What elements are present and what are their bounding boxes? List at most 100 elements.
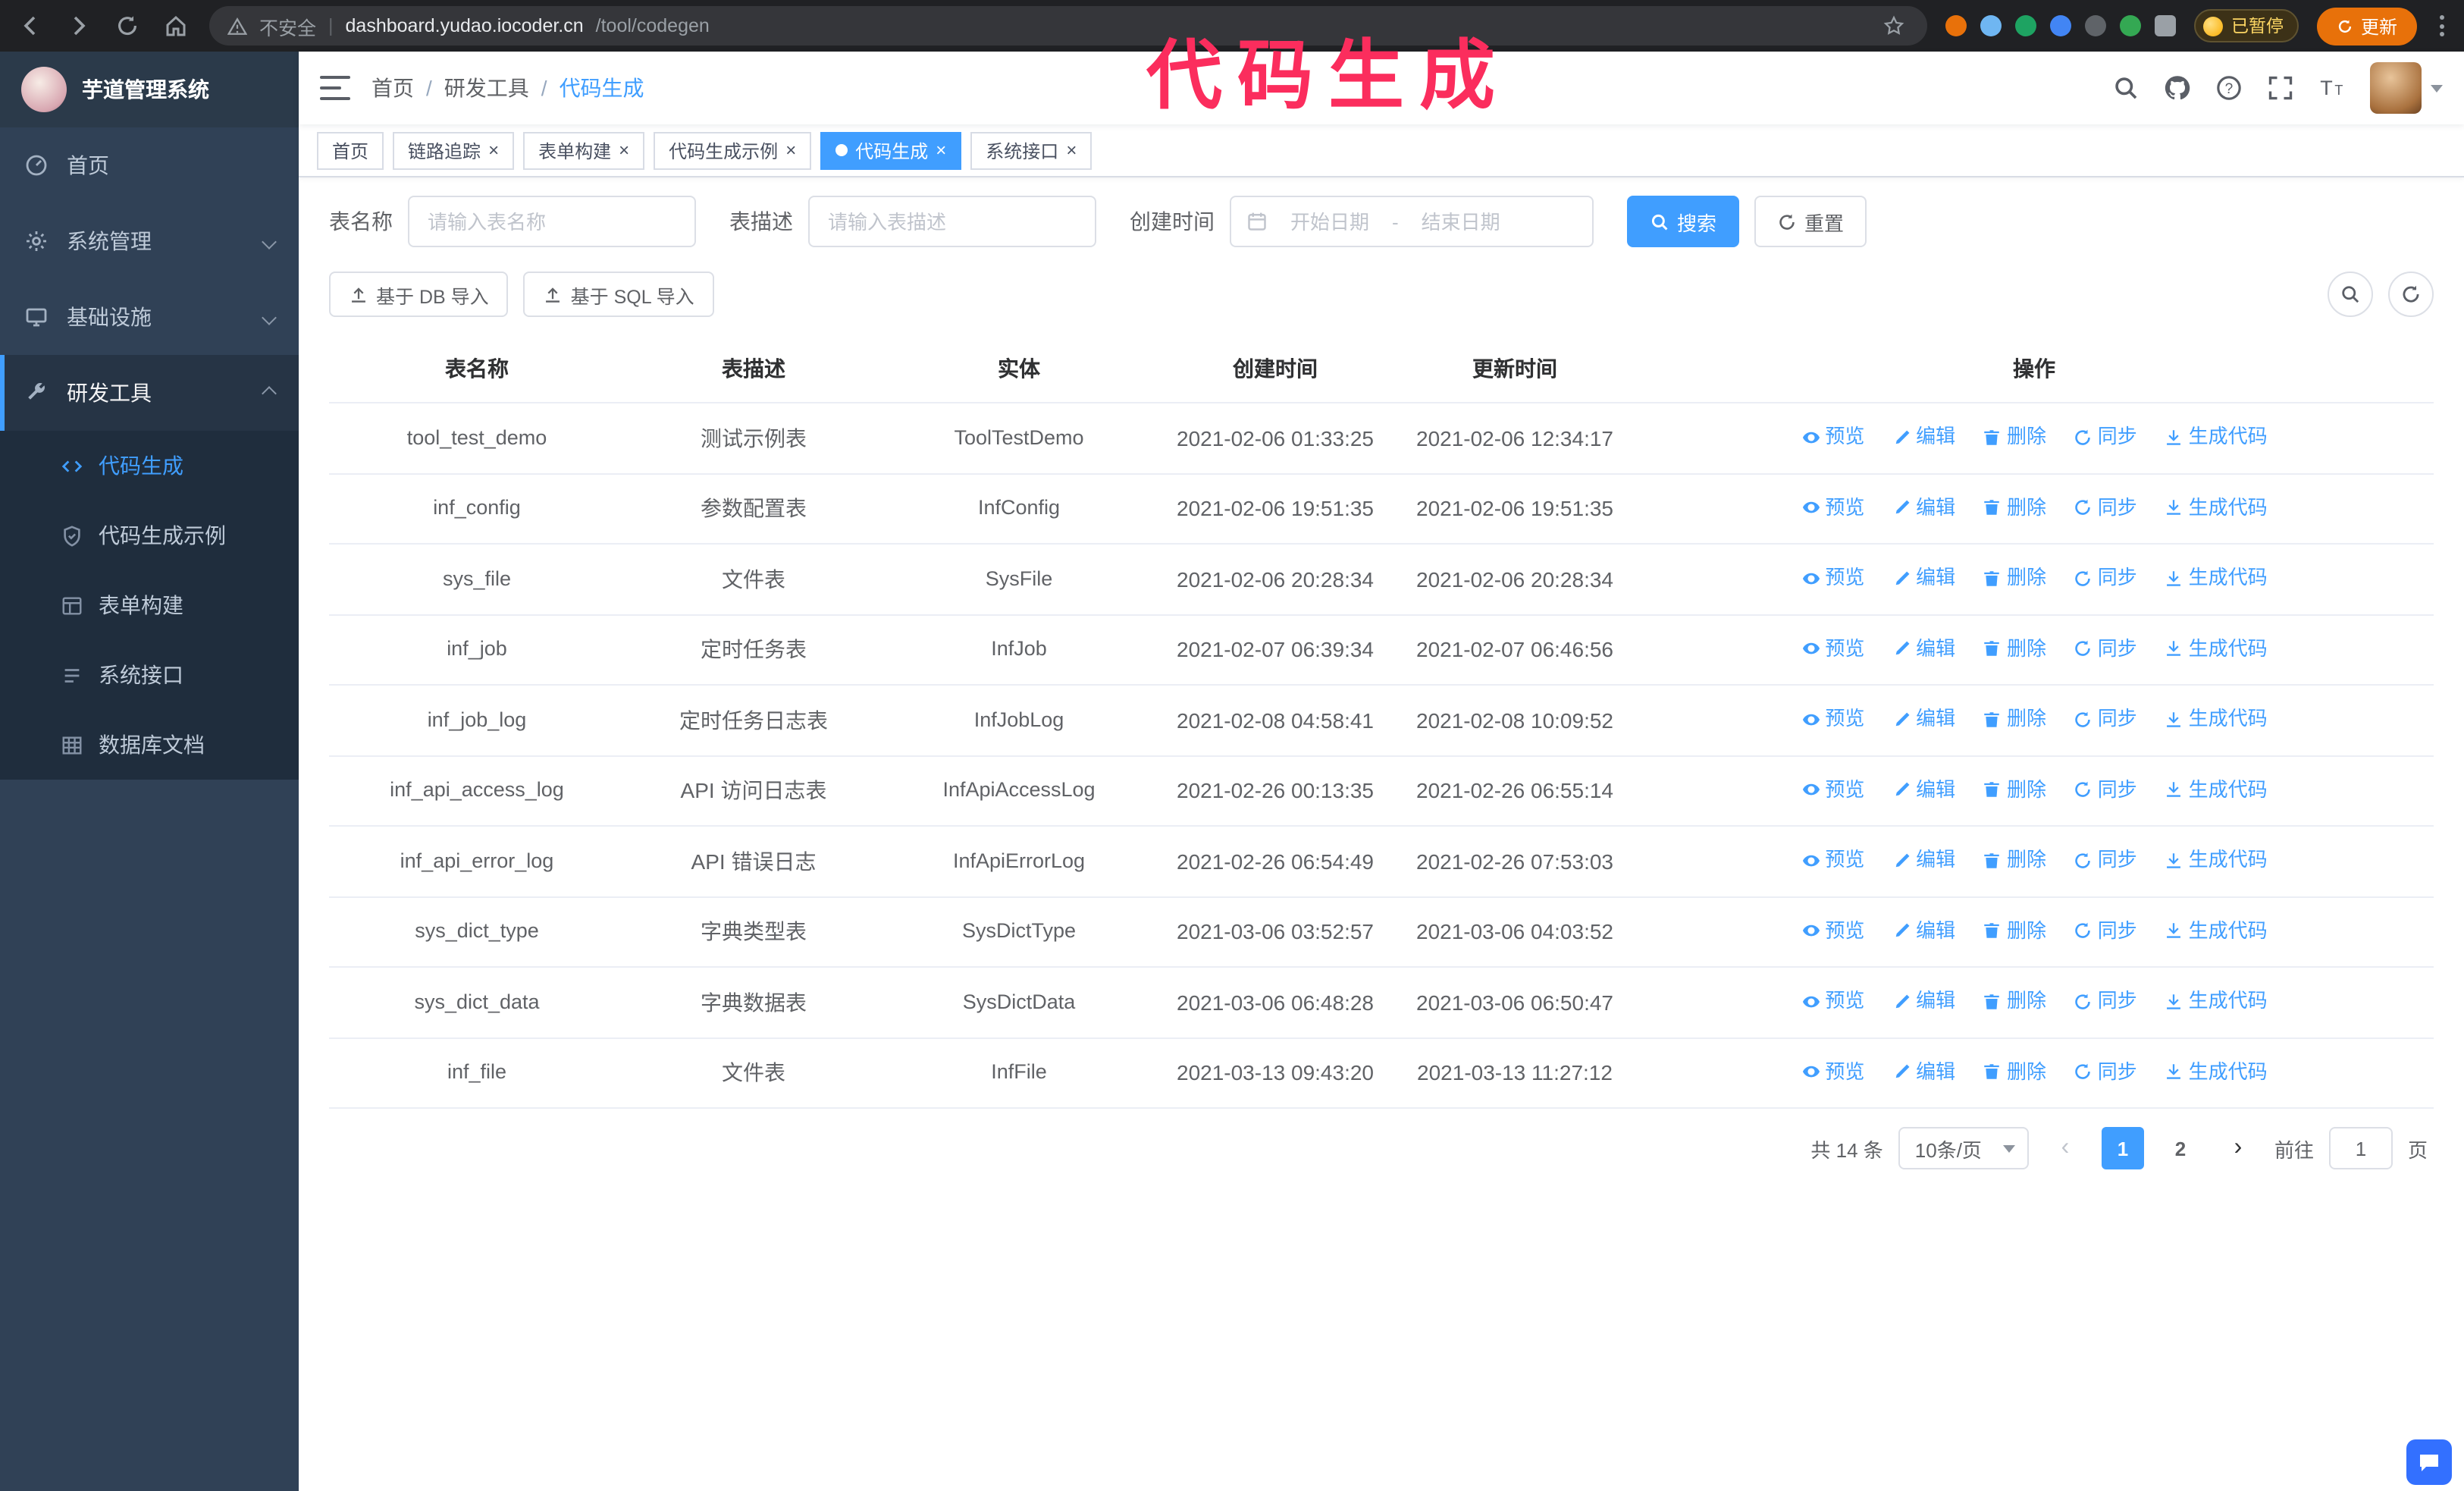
import-sql-button[interactable]: 基于 SQL 导入: [523, 272, 714, 317]
reset-button[interactable]: 重置: [1754, 196, 1867, 247]
generate-code-link[interactable]: 生成代码: [2165, 1056, 2268, 1087]
close-icon[interactable]: ×: [1066, 141, 1077, 159]
delete-link[interactable]: 删除: [1983, 704, 2046, 734]
generate-code-link[interactable]: 生成代码: [2165, 704, 2268, 734]
edit-link[interactable]: 编辑: [1892, 986, 1955, 1016]
browser-refresh-button[interactable]: [112, 11, 143, 41]
sync-link[interactable]: 同步: [2074, 845, 2137, 875]
sidebar-item-devtools[interactable]: 研发工具: [0, 355, 299, 431]
page-button-2[interactable]: 2: [2159, 1127, 2202, 1169]
refresh-table-button[interactable]: [2388, 272, 2434, 317]
sync-link[interactable]: 同步: [2074, 492, 2137, 523]
preview-link[interactable]: 预览: [1801, 633, 1864, 664]
toggle-search-button[interactable]: [2328, 272, 2373, 317]
app-logo[interactable]: 芋道管理系统: [0, 52, 299, 127]
preview-link[interactable]: 预览: [1801, 563, 1864, 593]
page-size-select[interactable]: 10条/页: [1898, 1127, 2029, 1169]
edit-link[interactable]: 编辑: [1892, 915, 1955, 946]
preview-link[interactable]: 预览: [1801, 1056, 1864, 1087]
browser-menu-button[interactable]: [2435, 11, 2449, 41]
tab-codegen[interactable]: 代码生成 ×: [820, 131, 962, 169]
start-date-input[interactable]: [1277, 210, 1383, 233]
delete-link[interactable]: 删除: [1983, 915, 2046, 946]
edit-link[interactable]: 编辑: [1892, 774, 1955, 805]
address-bar[interactable]: 不安全 | dashboard.yudao.iocoder.cn/tool/co…: [209, 6, 1928, 46]
sidebar-item-form-builder[interactable]: 表单构建: [0, 570, 299, 640]
date-range-picker[interactable]: -: [1230, 196, 1594, 247]
header-search-button[interactable]: [2112, 74, 2140, 102]
generate-code-link[interactable]: 生成代码: [2165, 422, 2268, 452]
delete-link[interactable]: 删除: [1983, 563, 2046, 593]
tab-codegen-example[interactable]: 代码生成示例 ×: [654, 131, 812, 169]
user-menu[interactable]: [2370, 62, 2443, 114]
import-db-button[interactable]: 基于 DB 导入: [329, 272, 509, 317]
prev-page-button[interactable]: ‹: [2044, 1127, 2086, 1169]
search-button[interactable]: 搜索: [1627, 196, 1740, 247]
sync-link[interactable]: 同步: [2074, 563, 2137, 593]
tab-home[interactable]: 首页: [317, 131, 384, 169]
help-button[interactable]: ?: [2215, 74, 2243, 102]
sidebar-item-codegen[interactable]: 代码生成: [0, 431, 299, 501]
page-button-1[interactable]: 1: [2101, 1127, 2144, 1169]
generate-code-link[interactable]: 生成代码: [2165, 633, 2268, 664]
edit-link[interactable]: 编辑: [1892, 492, 1955, 523]
breadcrumb-home[interactable]: 首页: [371, 73, 414, 103]
puzzle-icon[interactable]: [2155, 15, 2177, 36]
sidebar-item-system[interactable]: 系统管理: [0, 203, 299, 279]
sync-link[interactable]: 同步: [2074, 986, 2137, 1016]
preview-link[interactable]: 预览: [1801, 492, 1864, 523]
browser-update-button[interactable]: 更新: [2316, 7, 2417, 45]
preview-link[interactable]: 预览: [1801, 845, 1864, 875]
next-page-button[interactable]: ›: [2217, 1127, 2259, 1169]
sync-link[interactable]: 同步: [2074, 633, 2137, 664]
extension-icon-green-v[interactable]: [2015, 15, 2037, 36]
delete-link[interactable]: 删除: [1983, 1056, 2046, 1087]
close-icon[interactable]: ×: [488, 141, 499, 159]
extension-icon-orange[interactable]: [1945, 15, 1967, 36]
sidebar-item-home[interactable]: 首页: [0, 127, 299, 203]
edit-link[interactable]: 编辑: [1892, 704, 1955, 734]
browser-back-button[interactable]: [15, 11, 45, 41]
preview-link[interactable]: 预览: [1801, 774, 1864, 805]
edit-link[interactable]: 编辑: [1892, 1056, 1955, 1087]
preview-link[interactable]: 预览: [1801, 915, 1864, 946]
table-desc-input[interactable]: [808, 196, 1096, 247]
goto-page-input[interactable]: [2328, 1127, 2393, 1169]
generate-code-link[interactable]: 生成代码: [2165, 986, 2268, 1016]
browser-forward-button[interactable]: [64, 11, 94, 41]
end-date-input[interactable]: [1407, 210, 1514, 233]
sync-link[interactable]: 同步: [2074, 704, 2137, 734]
generate-code-link[interactable]: 生成代码: [2165, 915, 2268, 946]
generate-code-link[interactable]: 生成代码: [2165, 774, 2268, 805]
preview-link[interactable]: 预览: [1801, 986, 1864, 1016]
edit-link[interactable]: 编辑: [1892, 845, 1955, 875]
extension-icon-gray[interactable]: [2085, 15, 2107, 36]
delete-link[interactable]: 删除: [1983, 633, 2046, 664]
close-icon[interactable]: ×: [936, 141, 946, 159]
fullscreen-button[interactable]: [2267, 74, 2294, 102]
generate-code-link[interactable]: 生成代码: [2165, 845, 2268, 875]
close-icon[interactable]: ×: [785, 141, 796, 159]
edit-link[interactable]: 编辑: [1892, 563, 1955, 593]
tab-form-builder[interactable]: 表单构建 ×: [523, 131, 645, 169]
sync-link[interactable]: 同步: [2074, 774, 2137, 805]
generate-code-link[interactable]: 生成代码: [2165, 492, 2268, 523]
preview-link[interactable]: 预览: [1801, 422, 1864, 452]
paused-badge[interactable]: 已暂停: [2194, 9, 2299, 42]
close-icon[interactable]: ×: [619, 141, 629, 159]
extension-icon-leaf[interactable]: [2120, 15, 2142, 36]
browser-home-button[interactable]: [161, 11, 191, 41]
sync-link[interactable]: 同步: [2074, 422, 2137, 452]
delete-link[interactable]: 删除: [1983, 986, 2046, 1016]
bookmark-star-button[interactable]: [1879, 11, 1910, 41]
sidebar-item-codegen-example[interactable]: 代码生成示例: [0, 501, 299, 570]
edit-link[interactable]: 编辑: [1892, 422, 1955, 452]
extension-icon-blue[interactable]: [1980, 15, 2002, 36]
sidebar-item-system-api[interactable]: 系统接口: [0, 640, 299, 710]
github-button[interactable]: [2164, 74, 2191, 102]
delete-link[interactable]: 删除: [1983, 422, 2046, 452]
sidebar-item-db-docs[interactable]: 数据库文档: [0, 710, 299, 780]
sidebar-item-infra[interactable]: 基础设施: [0, 279, 299, 355]
generate-code-link[interactable]: 生成代码: [2165, 563, 2268, 593]
table-name-input[interactable]: [408, 196, 696, 247]
